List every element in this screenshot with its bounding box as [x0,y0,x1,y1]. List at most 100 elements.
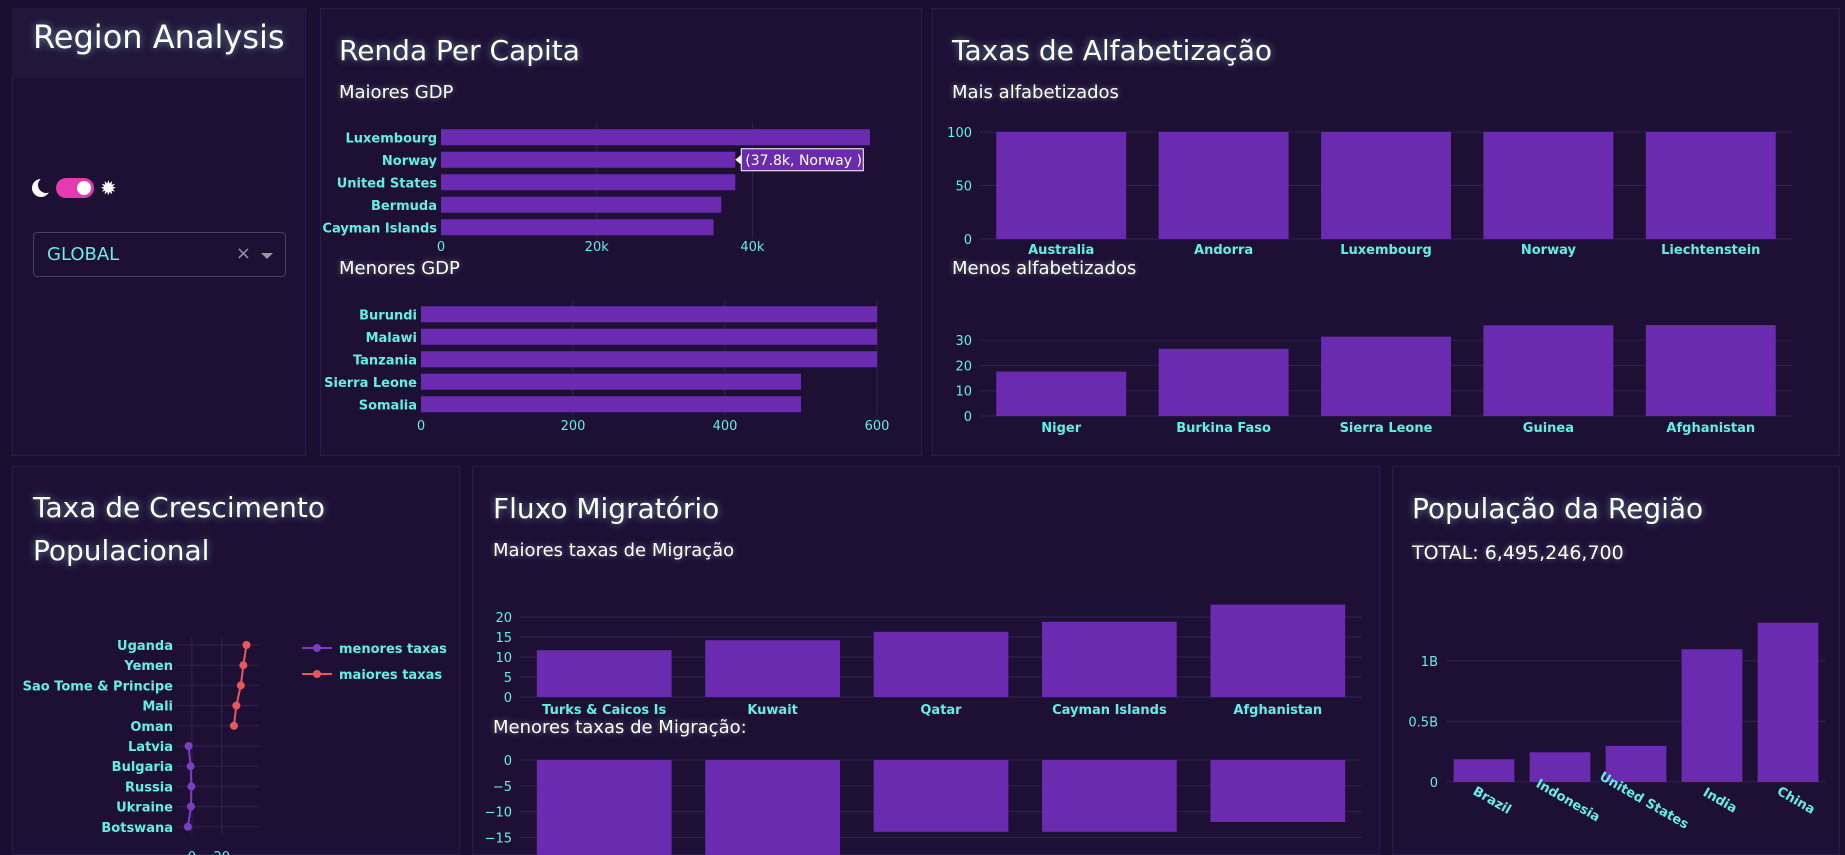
growth-point [186,762,195,771]
sun-icon: ✹ [100,176,117,200]
clear-icon[interactable]: × [236,243,251,264]
gdp-bottom-bar [421,328,877,345]
gdp-top-category-label: United States [337,176,438,191]
gdp-bottom-x-tick: 400 [713,419,738,434]
theme-toggle[interactable]: ✹ [32,176,117,200]
migration-top-category-label: Qatar [920,703,962,718]
population-bar [1681,649,1743,782]
migration-top-category-label: Turks & Caicos Is [542,703,666,718]
literacy-title: Taxas de Alfabetização [952,34,1272,67]
population-category-label: Brazil [1470,784,1514,818]
migration-top-bar [1042,621,1177,697]
literacy-bottom-y-tick: 20 [955,359,972,374]
migration-top-y-tick: 0 [504,691,512,706]
migration-top-category-label: Afghanistan [1233,703,1322,718]
gdp-bottom-bar [421,306,877,323]
gdp-top-category-label: Bermuda [371,199,437,214]
literacy-bottom-category-label: Afghanistan [1666,421,1755,436]
literacy-bottom-category-label: Niger [1041,421,1081,436]
gdp-bottom-x-tick: 600 [865,419,890,434]
population-chart: 00.5B1BBrazil IndonesiaUnited States India… [1408,622,1826,833]
migration-bottom-bar [705,760,840,855]
gdp-top-category-label: Luxembourg [346,131,438,146]
population-category-label: Indonesia [1533,777,1602,826]
moon-icon [32,177,54,197]
gdp-top-bar [441,219,714,236]
literacy-top-bar [1645,132,1776,239]
migration-top-category-label: Kuwait [747,703,798,718]
migration-bottom-y-tick: −10 [485,806,512,821]
chevron-down-icon[interactable] [261,253,273,259]
literacy-bottom-category-label: Burkina Faso [1176,421,1271,436]
literacy-bottom-bar [1158,348,1289,416]
growth-legend-marker [313,644,321,652]
migration-top-category-label: Cayman Islands [1052,703,1167,718]
growth-chart: Uganda Yemen Sao Tome & Principe Mali Oman La… [23,637,447,855]
gdp-top-category-label: Norway [382,154,438,169]
migration-bottom-bar [1210,760,1346,822]
literacy-top-bar [1321,132,1451,239]
growth-legend-label: maiores taxas [339,668,442,683]
literacy-top-category-label: Australia [1028,243,1094,258]
growth-point [239,661,248,670]
gdp-bottom-bar [421,396,801,413]
gdp-bottom-category-label: Burundi [359,308,417,323]
growth-point [184,742,193,750]
migration-bottom-bar [1042,760,1177,832]
theme-switch[interactable] [56,178,94,198]
growth-title-line2: Populacional [33,534,210,567]
migration-bottom-y-tick: −5 [493,780,512,795]
literacy-bottom-bar [1321,336,1451,416]
migration-top-subtitle: Maiores taxas de Migração [493,540,735,561]
growth-point [186,802,195,811]
growth-title-line1: Taxa de Crescimento [33,491,325,524]
population-bar [1453,759,1515,782]
literacy-bottom-y-tick: 0 [964,410,972,425]
literacy-top-category-label: Liechtenstein [1661,243,1760,258]
literacy-top-y-tick: 100 [947,126,972,141]
population-y-tick: 0 [1430,776,1438,791]
migration-bottom-y-tick: 0 [504,754,512,769]
growth-point [236,681,245,690]
literacy-top-category-label: Norway [1521,243,1577,258]
gdp-top-x-tick: 0 [437,240,445,255]
growth-category-label: Bulgaria [112,760,173,775]
growth-legend-label: menores taxas [339,642,447,657]
gdp-bottom-x-tick: 200 [561,419,586,434]
growth-point [242,641,251,649]
literacy-top-bar [1483,132,1614,239]
gdp-top-bar [441,129,870,146]
gdp-bottom-x-tick: 0 [417,419,425,434]
gdp-bottom-subtitle: Menores GDP [339,258,460,279]
population-y-tick: 1B [1421,655,1438,670]
gdp-top-tooltip-pointer [735,154,742,165]
region-select[interactable]: GLOBAL × [33,232,286,277]
gdp-top-x-tick: 40k [740,240,765,255]
growth-x-tick: 20 [213,850,230,855]
literacy-top-y-tick: 50 [955,180,972,195]
gdp-top-x-tick: 20k [585,240,610,255]
migration-top-bar [536,650,672,697]
gdp-top-chart: 0 20k 40k Luxembourg Norway United States Berm… [322,122,870,255]
growth-category-label: Botswana [101,821,173,836]
growth-category-label: Russia [125,780,173,795]
growth-x-tick: 0 [188,850,196,855]
population-bar [1529,752,1591,782]
literacy-bottom-y-tick: 30 [955,334,972,349]
migration-bottom-bar [536,760,672,855]
migration-top-y-tick: 15 [495,631,512,646]
literacy-bottom-category-label: Guinea [1523,421,1574,436]
migration-top-chart: 0 5 10 15 20 Turks & Caicos Is Kuwait Qatar Caym… [495,604,1362,718]
growth-legend-marker [313,670,321,678]
migration-top-y-tick: 10 [495,651,512,666]
migration-title: Fluxo Migratório [493,492,720,525]
growth-category-label: Yemen [123,659,173,674]
migration-bottom-chart: 0 −5 −10 −15 [485,754,1362,855]
gdp-title: Renda Per Capita [339,34,580,67]
gdp-top-bar [441,196,722,213]
literacy-bottom-y-tick: 10 [955,385,972,400]
population-title: População da Região [1412,492,1704,525]
migration-top-bar [705,640,840,697]
literacy-top-category-label: Luxembourg [1340,243,1432,258]
literacy-bottom-bar [1645,325,1776,416]
